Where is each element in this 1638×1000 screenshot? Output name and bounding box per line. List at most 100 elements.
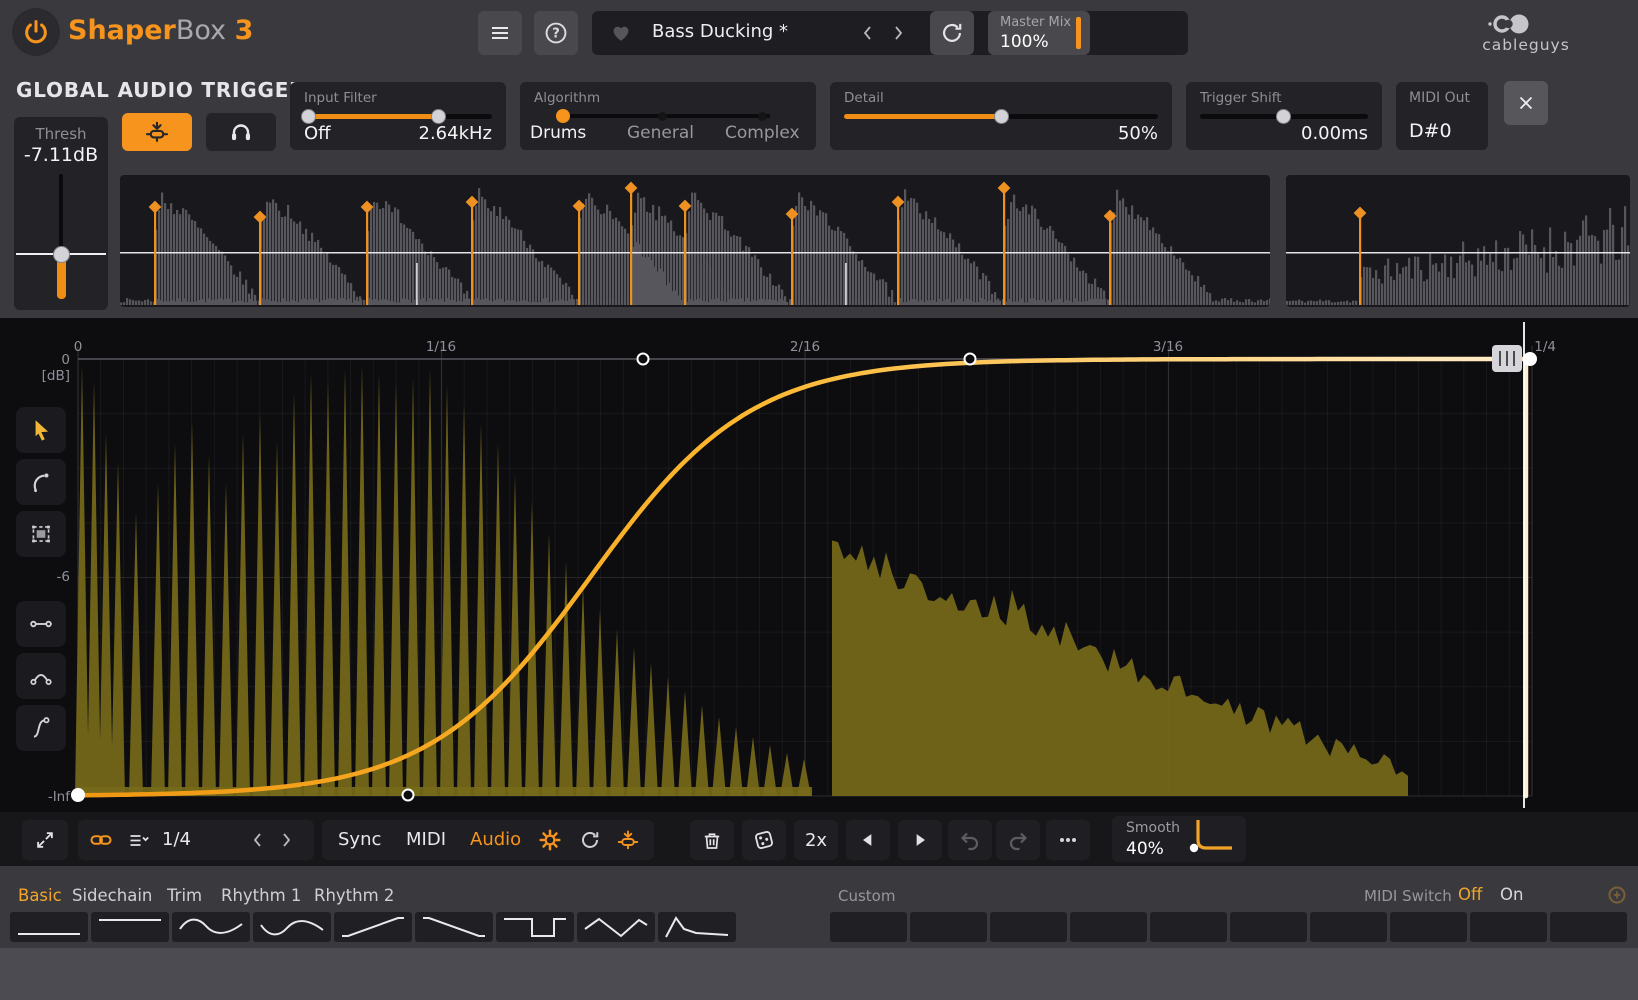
delete-wave-button[interactable]	[690, 820, 734, 860]
trigger-waveform-display[interactable]	[120, 175, 1270, 307]
tab-sidechain[interactable]: Sidechain	[72, 886, 152, 905]
trigger-shift-value: 0.00ms	[1301, 123, 1368, 144]
custom-slot-10[interactable]	[1550, 912, 1627, 942]
midi-out-label: MIDI Out	[1409, 90, 1470, 106]
custom-slot-2[interactable]	[910, 912, 987, 942]
custom-slot-5[interactable]	[1150, 912, 1227, 942]
close-trigger-section-button[interactable]	[1504, 81, 1548, 125]
tool-draw[interactable]	[16, 459, 66, 505]
playhead	[1523, 322, 1525, 808]
detail-thumb[interactable]	[994, 109, 1009, 124]
trigger-shift-thumb[interactable]	[1276, 109, 1291, 124]
tab-trim[interactable]: Trim	[167, 886, 202, 905]
more-options-button[interactable]	[1046, 820, 1090, 860]
shift-right-button[interactable]	[898, 820, 942, 860]
trigger-waveform-display-right[interactable]	[1286, 175, 1630, 307]
input-filter-high-thumb[interactable]	[431, 109, 446, 124]
steps-icon[interactable]	[126, 828, 152, 852]
wave-peak[interactable]	[658, 912, 736, 942]
mode-midi[interactable]: MIDI	[406, 829, 446, 850]
undo-button[interactable]	[948, 820, 992, 860]
rate-prev-icon[interactable]	[248, 830, 268, 850]
menu-button[interactable]	[478, 11, 522, 55]
tool-line[interactable]	[16, 601, 66, 647]
custom-slot-6[interactable]	[1230, 912, 1307, 942]
power-button[interactable]	[12, 8, 60, 56]
smooth-control[interactable]: Smooth 40%	[1112, 816, 1246, 862]
mode-sync[interactable]: Sync	[338, 829, 381, 850]
help-button[interactable]: ?	[534, 11, 578, 55]
wave-ramp-up[interactable]	[334, 912, 412, 942]
lfo-curve-editor[interactable]: 0 1/16 2/16 3/16 1/4 0 [dB] -6 -Inf	[0, 318, 1638, 812]
expand-editor-button[interactable]	[22, 820, 68, 860]
wave-sine-inverted[interactable]	[253, 912, 331, 942]
favorite-heart-icon[interactable]	[610, 22, 632, 44]
wave-flat-high[interactable]	[91, 912, 169, 942]
algorithm-dot-complex[interactable]	[758, 112, 767, 121]
preset-next-icon[interactable]	[888, 23, 908, 43]
db-label-unit: [dB]	[42, 368, 70, 384]
custom-slot-7[interactable]	[1310, 912, 1387, 942]
midi-switch-on[interactable]: On	[1500, 885, 1523, 904]
tool-marquee[interactable]	[16, 511, 66, 557]
loop-icon[interactable]	[578, 828, 602, 852]
curve-point-bottom[interactable]	[403, 790, 414, 801]
midi-out-panel[interactable]: MIDI Out D#0	[1396, 82, 1488, 150]
wave-flat-high-icon	[91, 912, 169, 942]
tab-basic[interactable]: Basic	[18, 886, 62, 905]
algorithm-option-complex[interactable]: Complex	[725, 123, 800, 143]
double-wave-button[interactable]: 2x	[794, 820, 838, 860]
db-label-zero: 0	[61, 352, 70, 368]
tab-rhythm2[interactable]: Rhythm 2	[314, 886, 394, 905]
rate-value[interactable]: 1/4	[162, 829, 191, 850]
algorithm-dot-selected[interactable]	[556, 109, 570, 123]
custom-slot-4[interactable]	[1070, 912, 1147, 942]
reset-button[interactable]	[930, 11, 974, 55]
master-mix-control[interactable]: Master Mix 100%	[988, 11, 1090, 55]
expand-icon	[34, 829, 56, 851]
custom-slot-3[interactable]	[990, 912, 1067, 942]
trash-icon	[700, 828, 724, 852]
input-filter-fill	[308, 114, 438, 119]
thresh-slider-thumb[interactable]	[53, 246, 70, 263]
custom-slot-8[interactable]	[1390, 912, 1467, 942]
wave-zigzag[interactable]	[577, 912, 655, 942]
thresh-panel: Thresh -7.11dB	[14, 117, 108, 310]
zoom-scroll-handle[interactable]	[1492, 345, 1522, 372]
redo-button[interactable]	[996, 820, 1040, 860]
curve-point-top-1[interactable]	[638, 354, 649, 365]
curve-point-start[interactable]	[71, 788, 85, 802]
tab-rhythm1[interactable]: Rhythm 1	[221, 886, 301, 905]
wave-ramp-down[interactable]	[415, 912, 493, 942]
master-mix-meter[interactable]	[1076, 17, 1081, 49]
wave-square-icon	[496, 912, 574, 942]
input-filter-low-thumb[interactable]	[301, 109, 316, 124]
custom-label: Custom	[838, 887, 895, 905]
preset-bar[interactable]: Bass Ducking *	[592, 11, 1188, 55]
wave-flat-low[interactable]	[10, 912, 88, 942]
preset-prev-icon[interactable]	[858, 23, 878, 43]
audio-trigger-toggle[interactable]	[122, 113, 192, 151]
tool-cursor[interactable]	[16, 407, 66, 453]
tool-scurve[interactable]	[16, 705, 66, 751]
algorithm-dot-general[interactable]	[658, 112, 667, 121]
shift-left-button[interactable]	[846, 820, 890, 860]
algorithm-option-drums[interactable]: Drums	[530, 123, 586, 143]
midi-learn-icon[interactable]	[1606, 884, 1632, 906]
curve-point-top-2[interactable]	[965, 354, 976, 365]
algorithm-option-general[interactable]: General	[627, 123, 694, 143]
custom-slot-1[interactable]	[830, 912, 907, 942]
trigger-monitor-button[interactable]	[206, 113, 276, 151]
mode-audio[interactable]: Audio	[470, 829, 521, 850]
trigger-small-icon[interactable]	[616, 828, 640, 852]
wave-square[interactable]	[496, 912, 574, 942]
trigger-waveform-canvas-right	[1286, 175, 1630, 307]
rate-next-icon[interactable]	[276, 830, 296, 850]
link-icon[interactable]	[88, 828, 114, 852]
custom-slot-9[interactable]	[1470, 912, 1547, 942]
gear-icon[interactable]	[538, 828, 562, 852]
tool-arc[interactable]	[16, 653, 66, 699]
randomize-button[interactable]	[742, 820, 786, 860]
midi-switch-off[interactable]: Off	[1458, 885, 1482, 904]
wave-sine[interactable]	[172, 912, 250, 942]
